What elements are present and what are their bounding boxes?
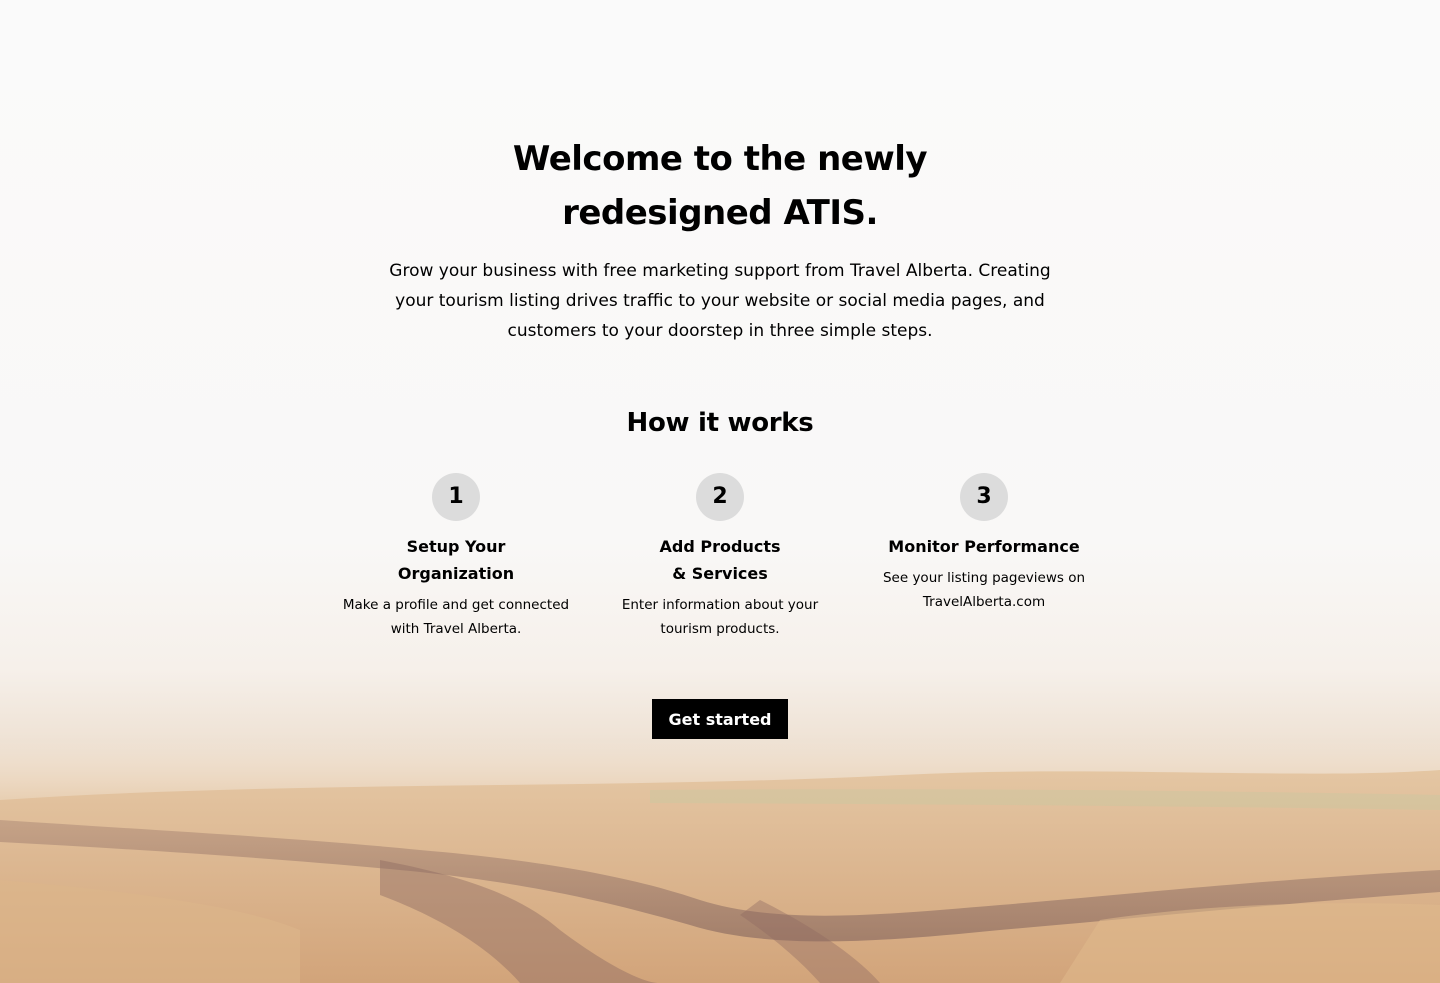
step-setup-organization: 1 Setup Your Organization Make a profile… — [324, 473, 588, 641]
intro-paragraph: Grow your business with free marketing s… — [389, 261, 1051, 341]
step-title-line-1: Add Products — [659, 537, 781, 556]
step-description: Enter information about your tourism pro… — [621, 597, 819, 637]
step-monitor-performance: 3 Monitor Performance See your listing p… — [852, 473, 1116, 614]
step-add-products-services: 2 Add Products & Services Enter informat… — [588, 473, 852, 641]
page-title-line-1: Welcome to the newly — [512, 139, 928, 179]
get-started-button[interactable]: Get started — [652, 699, 788, 739]
step-title: Monitor Performance — [869, 533, 1099, 560]
page-title-line-2: redesigned ATIS. — [562, 193, 878, 233]
step-description: Make a profile and get connected with Tr… — [342, 597, 570, 637]
welcome-page: Welcome to the newly redesigned ATIS. Gr… — [0, 0, 1440, 983]
step-title-line-1: Setup Your — [406, 537, 506, 556]
steps-list: 1 Setup Your Organization Make a profile… — [324, 473, 1116, 663]
step-title: Add Products & Services — [605, 533, 835, 587]
step-title-line-2: & Services — [672, 564, 768, 583]
step-title-line-2: Organization — [397, 564, 515, 583]
step-title: Setup Your Organization — [341, 533, 571, 587]
step-description: See your listing pageviews on TravelAlbe… — [882, 570, 1086, 610]
how-it-works-heading: How it works — [626, 408, 814, 438]
page-title: Welcome to the newly redesigned ATIS. — [420, 132, 1020, 240]
step-number-badge: 3 — [960, 473, 1008, 521]
step-number-badge: 1 — [432, 473, 480, 521]
step-title-line-1: Monitor Performance — [888, 537, 1080, 556]
step-number-badge: 2 — [696, 473, 744, 521]
